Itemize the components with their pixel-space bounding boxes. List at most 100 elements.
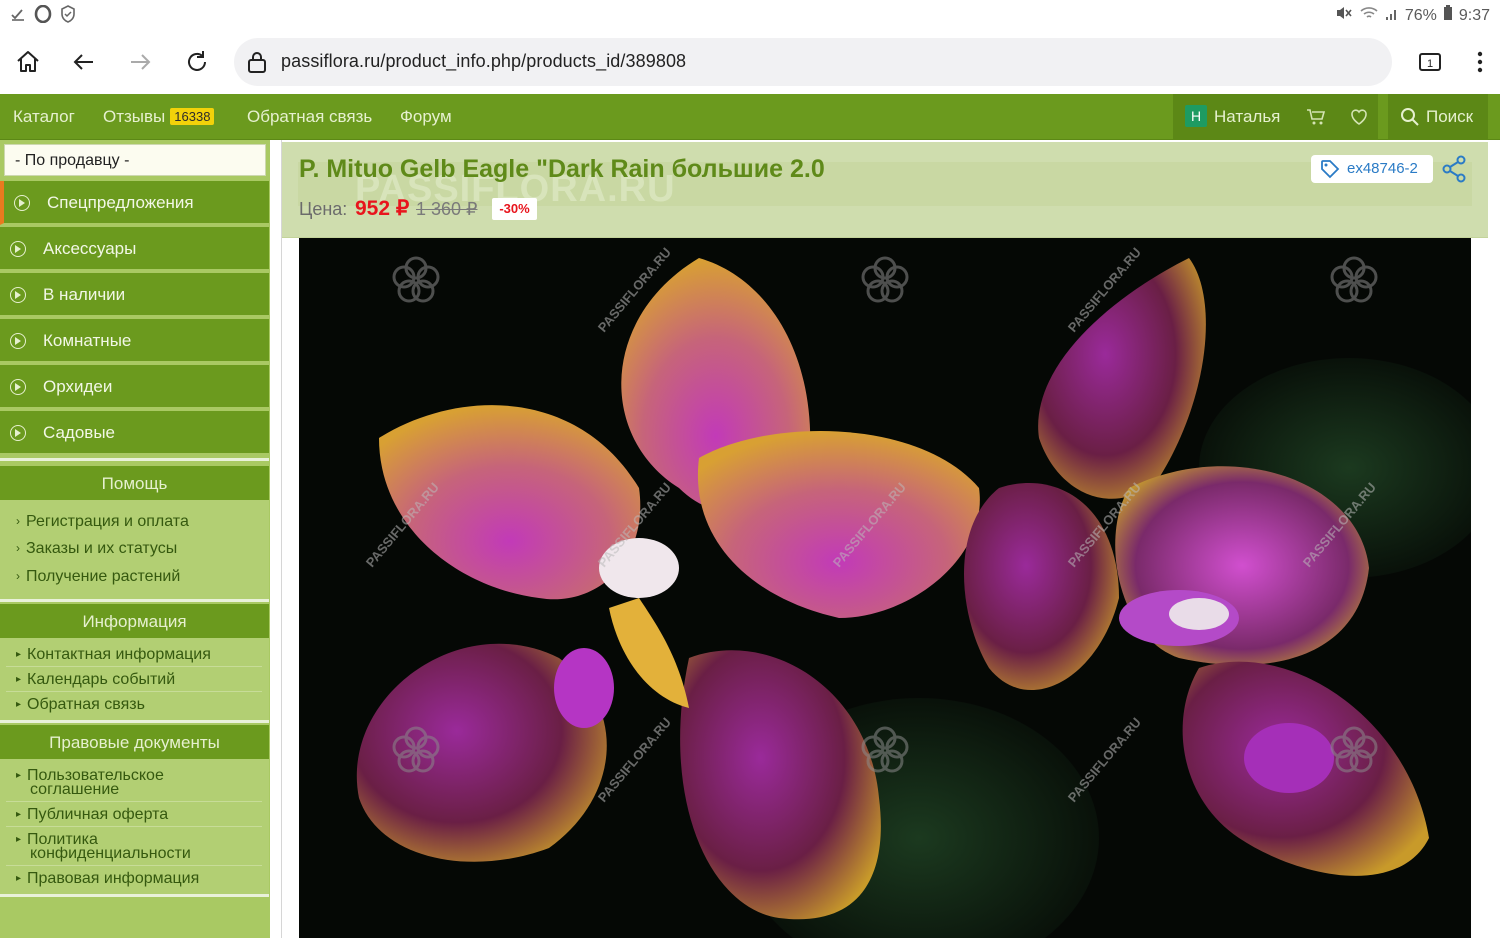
nav-catalog[interactable]: Каталог: [13, 107, 75, 127]
info-link-calendar[interactable]: ▸ Календарь событий: [16, 671, 175, 689]
mute-icon: [1335, 5, 1353, 26]
bullet-icon: ▸: [16, 834, 22, 845]
legal-link-label[interactable]: Публичная оферта: [27, 806, 168, 823]
legal-link-label[interactable]: Правовая информация: [27, 870, 199, 887]
sidebar-item-special-offers[interactable]: Спецпредложения: [0, 181, 269, 225]
reload-icon: [188, 51, 206, 71]
bullet-icon: ▸: [16, 699, 22, 710]
divider: [0, 599, 269, 602]
divider: [0, 720, 269, 723]
legal-link-label-line2[interactable]: конфиденциальности: [30, 846, 191, 862]
search-label: Поиск: [1426, 107, 1474, 126]
sidebar-item-accessories[interactable]: Аксессуары: [0, 227, 269, 271]
product-title: P. Mituo Gelb Eagle "Dark Rain большие 2…: [299, 155, 825, 183]
info-link-contacts[interactable]: ▸ Контактная информация: [16, 646, 211, 664]
nav-reviews[interactable]: Отзывы 16338: [103, 107, 215, 127]
chevron-right-icon: ›: [16, 541, 20, 555]
help-link-receiving[interactable]: › Получение растений: [16, 568, 180, 586]
share-icon[interactable]: [1441, 155, 1467, 188]
arrow-circle-icon: [10, 241, 26, 257]
wifi-icon: [1359, 5, 1379, 26]
shield-icon: [60, 5, 76, 28]
nav-forum[interactable]: Форум: [400, 107, 452, 127]
help-heading: Помощь: [0, 466, 269, 500]
divider: [6, 666, 262, 667]
arrow-circle-icon: [10, 287, 26, 303]
product-image[interactable]: PASSIFLORA.RU PASSIFLORA.RU PASSIFLORA.R…: [299, 238, 1471, 938]
forward-button[interactable]: [120, 42, 160, 82]
info-link-label[interactable]: Календарь событий: [27, 671, 175, 688]
help-link-registration[interactable]: › Регистрация и оплата: [16, 513, 189, 531]
nav-feedback[interactable]: Обратная связь: [247, 107, 372, 127]
arrow-circle-icon: [14, 195, 30, 211]
avatar[interactable]: Н: [1185, 105, 1207, 127]
arrow-left-icon: [73, 54, 93, 70]
tag-icon: [1320, 159, 1340, 184]
sidebar-item-indoor[interactable]: Комнатные: [0, 319, 269, 363]
sidebar-item-label: Садовые: [43, 423, 116, 442]
more-vertical-icon: [1477, 51, 1483, 73]
divider: [0, 458, 269, 461]
info-link-feedback[interactable]: ▸ Обратная связь: [16, 696, 145, 714]
arrow-circle-icon: [10, 379, 26, 395]
arrow-circle-icon: [10, 333, 26, 349]
lock-icon: [246, 50, 268, 79]
help-link-label[interactable]: Заказы и их статусы: [26, 540, 177, 557]
info-link-label[interactable]: Контактная информация: [27, 646, 211, 663]
divider: [6, 691, 262, 692]
chevron-right-icon: ›: [16, 514, 20, 528]
heart-icon[interactable]: [1349, 107, 1369, 132]
old-price: 1 360 ₽: [416, 199, 478, 219]
battery-icon: [1443, 5, 1453, 26]
info-link-label[interactable]: Обратная связь: [27, 696, 145, 713]
reviews-count-badge: 16338: [170, 108, 215, 125]
discount-badge: -30%: [492, 198, 537, 220]
divider: [0, 894, 269, 897]
address-bar[interactable]: passiflora.ru/product_info.php/products_…: [234, 38, 1392, 86]
info-heading: Информация: [0, 604, 269, 638]
legal-heading: Правовые документы: [0, 725, 269, 759]
help-link-label[interactable]: Регистрация и оплата: [26, 513, 189, 530]
opera-icon: [34, 4, 52, 28]
home-button[interactable]: [8, 42, 48, 82]
sidebar-item-label: Спецпредложения: [47, 193, 194, 212]
site-nav: Каталог Отзывы 16338 Обратная связь Форум…: [0, 94, 1500, 140]
tabs-button[interactable]: 1: [1410, 42, 1450, 82]
help-link-label[interactable]: Получение растений: [26, 568, 180, 585]
cart-icon[interactable]: [1306, 107, 1326, 132]
help-link-orders[interactable]: › Заказы и их статусы: [16, 540, 177, 558]
arrow-circle-icon: [10, 425, 26, 441]
sidebar-item-in-stock[interactable]: В наличии: [0, 273, 269, 317]
nav-reviews-label[interactable]: Отзывы: [103, 107, 165, 126]
search-button[interactable]: Поиск: [1388, 94, 1488, 140]
divider: [6, 801, 262, 802]
back-button[interactable]: [64, 42, 104, 82]
user-name[interactable]: Наталья: [1214, 107, 1280, 127]
price-label: Цена:: [299, 199, 348, 219]
bullet-icon: ▸: [16, 674, 22, 685]
sidebar-item-label: Орхидеи: [43, 377, 113, 396]
sidebar-item-label: Комнатные: [43, 331, 132, 350]
divider: [6, 865, 262, 866]
sidebar-item-label: Аксессуары: [43, 239, 137, 258]
sidebar-item-orchids[interactable]: Орхидеи: [0, 365, 269, 409]
clock: 9:37: [1458, 6, 1490, 24]
price: 952 ₽: [355, 197, 410, 220]
sidebar-item-garden[interactable]: Садовые: [0, 411, 269, 455]
download-done-icon: [10, 6, 26, 27]
home-icon: [17, 51, 39, 72]
battery-percent: 76%: [1404, 6, 1437, 24]
legal-link-public-offer[interactable]: ▸ Публичная оферта: [16, 806, 168, 824]
legal-link-legal-info[interactable]: ▸ Правовая информация: [16, 870, 199, 888]
reload-button[interactable]: [177, 42, 217, 82]
chevron-right-icon: ›: [16, 569, 20, 583]
seller-select[interactable]: - По продавцу -: [4, 144, 266, 176]
legal-link-label-line2[interactable]: соглашение: [30, 782, 119, 798]
arrow-right-icon: [131, 54, 151, 70]
url-text[interactable]: passiflora.ru/product_info.php/products_…: [281, 51, 686, 72]
tabs-count: 1: [1427, 58, 1433, 70]
menu-button[interactable]: [1460, 42, 1500, 82]
divider: [281, 140, 282, 938]
bullet-icon: ▸: [16, 770, 22, 781]
signal-icon: [1385, 5, 1399, 26]
